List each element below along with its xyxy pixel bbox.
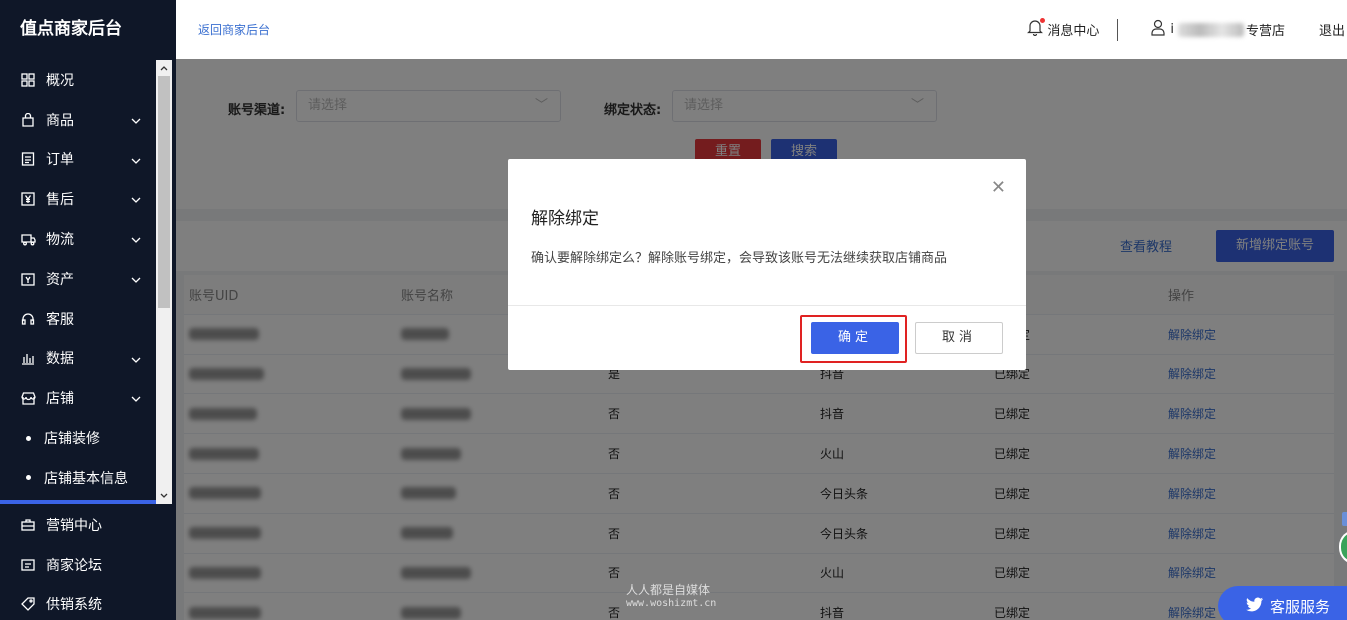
sidebar-subitem-label: 店铺装修 [44, 431, 100, 448]
dialog-message: 确认要解除绑定么？解除账号绑定，会导致该账号无法继续获取店铺商品 [531, 251, 948, 266]
chevron-down-icon [131, 232, 141, 248]
sidebar: 值点商家后台 概况 商品 订单 售后 物流 资产 客服 数据 店铺 店铺装修 店… [0, 0, 176, 620]
brand-title: 值点商家后台 [20, 19, 122, 39]
bag-icon [20, 112, 36, 128]
sidebar-item-aftersales[interactable]: 售后 [0, 179, 155, 219]
sidebar-scrollbar[interactable] [156, 60, 172, 504]
tag-icon [20, 596, 36, 612]
headset-icon [20, 311, 36, 327]
notification-dot [1040, 18, 1046, 23]
active-indicator [0, 500, 156, 504]
barchart-icon [20, 350, 36, 366]
sidebar-item-label: 物流 [46, 232, 74, 249]
watermark-url: www.woshizmt.cn [626, 598, 717, 609]
user-account[interactable]: i 专营店 [1150, 19, 1285, 40]
sidebar-item-marketing[interactable]: 营销中心 [0, 505, 176, 545]
sidebar-item-label: 供销系统 [46, 597, 102, 614]
user-icon [1150, 19, 1166, 40]
annotation-highlight-box [800, 315, 907, 363]
chevron-down-icon [131, 153, 141, 169]
store-icon [20, 390, 36, 406]
sidebar-subitem-store-info[interactable]: 店铺基本信息 [0, 458, 155, 498]
sidebar-item-label: 客服 [46, 311, 74, 328]
redacted-username [1177, 22, 1244, 37]
bullet-icon [26, 475, 31, 481]
customer-service-label: 客服服务 [1270, 597, 1331, 616]
logout-link[interactable]: 退出 [1319, 20, 1345, 39]
sidebar-item-label: 概况 [46, 72, 74, 89]
sidebar-item-label: 数据 [46, 351, 74, 368]
user-name-prefix: i [1170, 22, 1174, 37]
bird-icon [1246, 597, 1264, 616]
wallet-icon [20, 271, 36, 287]
sidebar-item-data[interactable]: 数据 [0, 339, 155, 379]
sidebar-item-label: 店铺 [46, 391, 74, 408]
user-name-suffix: 专营店 [1245, 24, 1285, 39]
message-center-label: 消息中心 [1047, 24, 1100, 39]
customer-service-button[interactable]: 客服服务 [1218, 586, 1347, 620]
sidebar-item-label: 订单 [46, 152, 74, 169]
grid-icon [20, 72, 36, 88]
scroll-up-icon[interactable] [156, 60, 172, 76]
chevron-down-icon [131, 192, 141, 208]
close-icon[interactable]: ✕ [991, 177, 1006, 198]
sidebar-subitem-decoration[interactable]: 店铺装修 [0, 418, 155, 458]
sidebar-item-label: 资产 [46, 271, 74, 288]
header-divider [1117, 18, 1119, 41]
sidebar-item-store[interactable]: 店铺 [0, 378, 155, 418]
header-right: 消息中心 i 专营店 退出 [1027, 0, 1347, 59]
message-center[interactable]: 消息中心 [1027, 18, 1100, 40]
sidebar-item-forum[interactable]: 商家论坛 [0, 545, 176, 585]
sidebar-menu: 概况 商品 订单 售后 物流 资产 客服 数据 店铺 店铺装修 店铺基本信息 [0, 60, 155, 504]
dialog-divider [508, 305, 1026, 306]
sidebar-item-label: 售后 [46, 192, 74, 209]
sidebar-item-label: 商品 [46, 112, 74, 129]
top-header: 返回商家后台 消息中心 i 专营店 退出 [176, 0, 1347, 59]
briefcase-icon [20, 517, 36, 533]
sidebar-item-logistics[interactable]: 物流 [0, 219, 155, 259]
unbind-dialog: ✕ 解除绑定 确认要解除绑定么？解除账号绑定，会导致该账号无法继续获取店铺商品 … [508, 159, 1026, 370]
sidebar-lower-menu: 营销中心 商家论坛 供销系统 [0, 505, 176, 620]
sidebar-item-label: 营销中心 [46, 517, 102, 534]
watermark-text: 人人都是自媒体 [626, 583, 711, 597]
truck-icon [20, 231, 36, 247]
cancel-button[interactable]: 取消 [915, 322, 1003, 354]
bullet-icon [26, 435, 31, 441]
yen-icon [20, 191, 36, 207]
sidebar-item-supply[interactable]: 供销系统 [0, 585, 176, 620]
sidebar-item-assets[interactable]: 资产 [0, 259, 155, 299]
side-widget[interactable] [1342, 512, 1347, 526]
sidebar-item-orders[interactable]: 订单 [0, 140, 155, 180]
chevron-down-icon [131, 113, 141, 129]
scroll-down-icon[interactable] [156, 488, 172, 504]
watermark: 人人都是自媒体 www.woshizmt.cn [626, 583, 716, 611]
back-link[interactable]: 返回商家后台 [198, 21, 270, 38]
chevron-down-icon [131, 391, 141, 407]
list-icon [20, 151, 36, 167]
sidebar-item-products[interactable]: 商品 [0, 100, 155, 140]
sidebar-item-label: 商家论坛 [46, 557, 102, 574]
chevron-down-icon [131, 272, 141, 288]
sidebar-subitem-label: 店铺基本信息 [44, 470, 128, 487]
forum-icon [20, 557, 36, 573]
sidebar-item-overview[interactable]: 概况 [0, 60, 155, 100]
bell-icon [1027, 18, 1046, 40]
chevron-down-icon [131, 352, 141, 368]
sidebar-item-service[interactable]: 客服 [0, 299, 155, 339]
scrollbar-thumb[interactable] [158, 76, 170, 308]
dialog-title: 解除绑定 [531, 209, 599, 229]
